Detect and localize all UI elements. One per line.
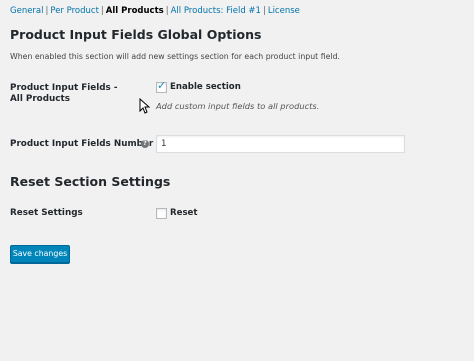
all-products-label: Product Input Fields - All Products (10, 83, 118, 104)
subnav-link-license[interactable]: License (268, 6, 300, 16)
save-changes-button[interactable]: Save changes (10, 245, 70, 263)
section-title-global-options: Product Input Fields Global Options (10, 27, 262, 42)
enable-section-label[interactable]: Enable section (170, 82, 241, 92)
section-description: When enabled this section will add new s… (10, 52, 341, 61)
reset-checkbox-label[interactable]: Reset (170, 208, 198, 218)
reset-settings-label: Reset Settings (10, 208, 83, 218)
product-input-fields-number-input[interactable]: 1 (156, 135, 405, 153)
section-subnav: General | Per Product | All Products | All Pro… (10, 6, 300, 16)
subnav-separator: | (165, 6, 169, 16)
subnav-link-all-products-field-1[interactable]: All Products: Field #1 (171, 6, 261, 16)
section-title-reset-settings: Reset Section Settings (10, 174, 171, 189)
subnav-separator: | (262, 6, 266, 16)
mouse-cursor-icon (139, 98, 150, 114)
reset-checkbox[interactable] (156, 208, 167, 219)
product-input-fields-number-label: Product Input Fields Number (10, 139, 154, 149)
enable-section-checkbox[interactable]: ✓ (156, 79, 167, 93)
enable-section-hint: Add custom input fields to all products. (156, 101, 320, 111)
subnav-current-all-products: All Products (105, 6, 164, 16)
checkmark-icon: ✓ (157, 79, 167, 92)
subnav-link-general[interactable]: General (10, 6, 44, 16)
subnav-link-per-product[interactable]: Per Product (50, 6, 99, 16)
subnav-separator: | (45, 6, 49, 16)
help-icon[interactable]: ? (141, 140, 149, 148)
subnav-separator: | (100, 6, 104, 16)
